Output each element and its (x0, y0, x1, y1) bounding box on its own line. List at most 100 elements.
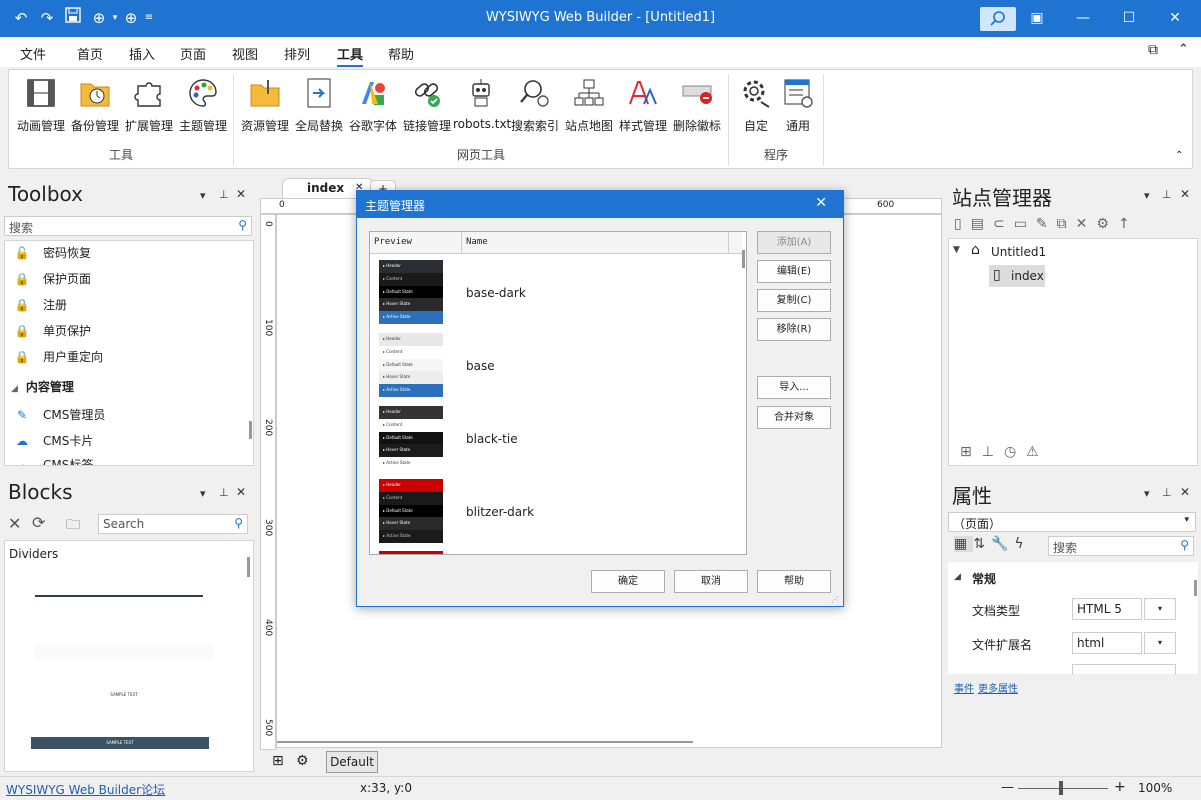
chevron-down-icon[interactable]: ▾ (1144, 598, 1176, 620)
divider-block-dark[interactable]: SAMPLE TEXT (31, 737, 209, 749)
scrollbar-thumb[interactable] (1194, 580, 1197, 596)
sitemap-icon[interactable]: ⊞ (960, 444, 982, 460)
resource-manager-button[interactable]: 资源管理 (237, 76, 293, 136)
zoom-out-button[interactable]: — (1001, 780, 1014, 795)
global-replace-button[interactable]: 全局替换 (291, 76, 347, 136)
menu-tools[interactable]: 工具 (337, 44, 364, 67)
theme-preview[interactable]: ▸ Header ▸ Content ▸ Default State ▸ Hover … (379, 333, 443, 397)
wrench-icon[interactable]: 🔧 (991, 536, 1014, 552)
edit-page-icon[interactable]: ✎ (1036, 216, 1057, 232)
chevron-down-icon[interactable]: ▾ (200, 487, 206, 500)
edit-theme-button[interactable]: 编辑(E) (757, 260, 831, 283)
blocks-search-input[interactable]: Search ⚲ (98, 514, 248, 534)
toolbox-item-protect-page[interactable]: 🔒 保护页面 (13, 267, 92, 291)
page-settings-icon[interactable]: ⚙ (1096, 216, 1118, 232)
animation-manager-button[interactable]: 动画管理 (13, 76, 69, 136)
horizontal-scrollbar[interactable] (277, 741, 693, 743)
theme-name[interactable]: base-dark (466, 286, 526, 300)
site-page-index[interactable]: ▯ index (989, 265, 1045, 287)
ok-button[interactable]: 确定 (591, 570, 665, 593)
menu-insert[interactable]: 插入 (129, 44, 155, 63)
scrollbar-thumb[interactable] (249, 421, 252, 439)
page-properties-icon[interactable]: ▤ (971, 216, 993, 232)
sort-az-icon[interactable]: ⇅ (973, 536, 991, 552)
sitemap-button[interactable]: 站点地图 (561, 76, 617, 136)
divider-block[interactable] (35, 595, 203, 597)
search-index-button[interactable]: 搜索索引 (507, 76, 563, 136)
chevron-down-icon[interactable]: ▾ (1144, 487, 1150, 500)
pin-icon[interactable]: ⊥ (1162, 188, 1172, 201)
zoom-slider-thumb[interactable] (1059, 781, 1063, 795)
maximize-button[interactable]: ☐ (1106, 0, 1152, 37)
google-fonts-button[interactable]: 谷歌字体 (345, 76, 401, 136)
clock-icon[interactable]: ◷ (1004, 444, 1026, 460)
close-icon[interactable]: ✕ (236, 187, 246, 201)
events-link[interactable]: 事件 (954, 680, 974, 695)
menu-home[interactable]: 首页 (77, 44, 103, 63)
new-page-icon[interactable]: ▯ (954, 216, 971, 232)
close-icon[interactable]: ✕ (236, 485, 246, 499)
move-up-icon[interactable]: ↑ (1118, 216, 1139, 232)
forum-link[interactable]: WYSIWYG Web Builder论坛 (6, 781, 165, 798)
theme-preview[interactable]: ▸ Header ▸ Content ▸ Default State ▸ Hover … (379, 479, 443, 543)
toolbox-section-content[interactable]: ◢ 内容管理 (11, 375, 74, 399)
search-icon[interactable]: ⚲ (1180, 538, 1189, 552)
object-selector[interactable]: （页面） ▾ (948, 512, 1196, 532)
folder-icon[interactable]: ▭ (1014, 216, 1036, 232)
pin-icon[interactable]: ⊥ (219, 486, 229, 499)
doctype-select[interactable]: HTML 5 (1072, 598, 1142, 620)
search-icon[interactable]: ⚲ (238, 218, 247, 232)
link-manager-button[interactable]: 链接管理 (399, 76, 455, 136)
collapse-icon[interactable]: ◢ (954, 572, 961, 582)
toolbox-item-password-recovery[interactable]: 🔓 密码恢复 (13, 241, 92, 265)
theme-list[interactable]: Preview Name ▸ Header ▸ Content ▸ Default … (369, 231, 747, 555)
theme-name[interactable]: base (466, 359, 495, 373)
default-layer-button[interactable]: Default (326, 751, 378, 773)
ribbon-display-icon[interactable]: ▣ (1014, 0, 1060, 37)
warning-icon[interactable]: ⚠ (1026, 444, 1049, 460)
scrollbar-thumb[interactable] (247, 557, 250, 577)
duplicate-icon[interactable]: ⧉ (1057, 216, 1076, 232)
close-icon[interactable]: ✕ (815, 195, 827, 211)
file-extension-select[interactable]: html (1072, 632, 1142, 654)
chevron-down-icon[interactable]: ▾ (1144, 189, 1150, 202)
chevron-down-icon[interactable]: ▾ (1144, 632, 1176, 654)
window-layout-icon[interactable]: ⧉ (1148, 42, 1158, 58)
close-button[interactable]: ✕ (1152, 0, 1198, 37)
divider-block[interactable] (35, 645, 213, 659)
resize-grip-icon[interactable]: ⋰ (831, 595, 839, 604)
events-icon[interactable]: ϟ (1014, 536, 1029, 552)
zoom-slider[interactable] (1018, 788, 1108, 789)
robots-txt-button[interactable]: robots.txt (453, 76, 511, 136)
more-properties-link[interactable]: 更多属性 (978, 680, 1018, 695)
properties-search-input[interactable]: 搜索 ⚲ (1048, 536, 1194, 556)
add-theme-button[interactable]: 添加(A) (757, 231, 831, 254)
toolbox-item-cms-admin[interactable]: ✎ CMS管理员 (13, 403, 105, 427)
theme-name[interactable]: blitzer-dark (466, 505, 534, 519)
menu-view[interactable]: 视图 (232, 44, 258, 63)
categorized-icon[interactable]: ▦ (954, 536, 974, 552)
theme-name[interactable]: black-tie (466, 432, 518, 446)
close-icon[interactable]: ✕ (1180, 485, 1190, 499)
pin-icon[interactable]: ⊥ (982, 444, 1004, 460)
column-name[interactable]: Name (466, 237, 488, 247)
general-options-button[interactable]: 通用 (770, 76, 826, 136)
minimize-button[interactable]: — (1060, 0, 1106, 37)
menu-file[interactable]: 文件 (20, 44, 46, 63)
style-manager-button[interactable]: 样式管理 (615, 76, 671, 136)
divider-block-text[interactable]: SAMPLE TEXT (35, 689, 213, 701)
collapse-ribbon-icon[interactable]: ⌃ (1175, 150, 1183, 161)
toolbox-item-single-page-protect[interactable]: 🔒 单页保护 (13, 319, 92, 343)
search-button[interactable] (980, 7, 1016, 31)
help-button[interactable]: 帮助 (757, 570, 831, 593)
theme-preview[interactable]: ▸ Header ▸ Content ▸ Default State ▸ Hover … (379, 260, 443, 324)
extension-manager-button[interactable]: 扩展管理 (121, 76, 177, 136)
remove-badge-button[interactable]: 删除徽标 (669, 76, 725, 136)
zoom-in-button[interactable]: + (1114, 779, 1126, 795)
scrollbar-thumb[interactable] (742, 250, 745, 268)
chevron-down-icon[interactable]: ▾ (200, 189, 206, 202)
copy-theme-button[interactable]: 复制(C) (757, 289, 831, 312)
merge-objects-button[interactable]: 合并对象 (757, 406, 831, 429)
backup-manager-button[interactable]: 备份管理 (67, 76, 123, 136)
search-icon[interactable]: ⚲ (234, 516, 243, 530)
